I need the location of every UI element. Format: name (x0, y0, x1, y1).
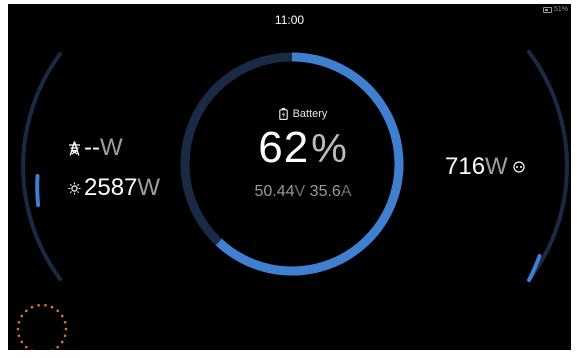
loading-dot (63, 320, 67, 324)
left-flow-indicator (35, 174, 41, 207)
battery-label: Battery (292, 108, 328, 120)
loading-dot (20, 314, 24, 318)
load-power-value: 716 (445, 153, 486, 180)
loading-dot (20, 340, 24, 344)
loading-dots-icon (16, 303, 68, 350)
loading-dot (63, 334, 67, 338)
loading-dot (64, 327, 68, 331)
loading-dot (24, 345, 28, 349)
battery-readings: 50.44V 35.6A (198, 183, 408, 201)
solar-power-unit: W (137, 174, 161, 201)
load-power-unit: W (485, 153, 508, 180)
right-flow-track (527, 50, 569, 282)
dashboard-screen: 11:00 51% Battery 62% 50.44V 35.6A -- W … (8, 4, 571, 350)
sun-icon (66, 180, 82, 196)
ac-outlet-icon (511, 159, 527, 175)
loading-dot (56, 309, 60, 313)
loading-dot (44, 303, 47, 307)
solar-power-row[interactable]: 2587 W (66, 174, 160, 202)
voltage-value: 50.44 (254, 183, 295, 200)
loading-dot (24, 309, 28, 313)
left-flow-track (21, 52, 62, 281)
soc-value: 62 (258, 123, 310, 172)
loading-dot (60, 340, 64, 344)
battery-panel[interactable]: Battery 62% 50.44V 35.6A (198, 108, 408, 201)
current-unit: A (340, 183, 352, 200)
loading-dot (17, 320, 21, 324)
loading-dot (50, 305, 54, 309)
grid-power-row[interactable]: -- W (66, 134, 123, 162)
solar-power-value: 2587 (84, 174, 138, 201)
loading-dot (60, 314, 64, 318)
loading-dot (17, 334, 21, 338)
soc-unit: % (311, 127, 348, 171)
battery-charging-icon (278, 108, 288, 120)
grid-power-unit: W (99, 134, 123, 161)
loading-dot (37, 303, 40, 307)
loading-dot (16, 327, 20, 331)
load-power-row[interactable]: 716 W (445, 153, 529, 181)
state-of-charge: 62% (198, 123, 408, 172)
grid-power-value: -- (84, 134, 100, 161)
voltage-unit: V (294, 183, 306, 200)
loading-dot (30, 305, 34, 309)
current-value: 35.6 (309, 183, 341, 200)
power-pylon-icon (66, 140, 82, 156)
battery-label-row: Battery (198, 108, 408, 120)
loading-dot (56, 345, 60, 349)
